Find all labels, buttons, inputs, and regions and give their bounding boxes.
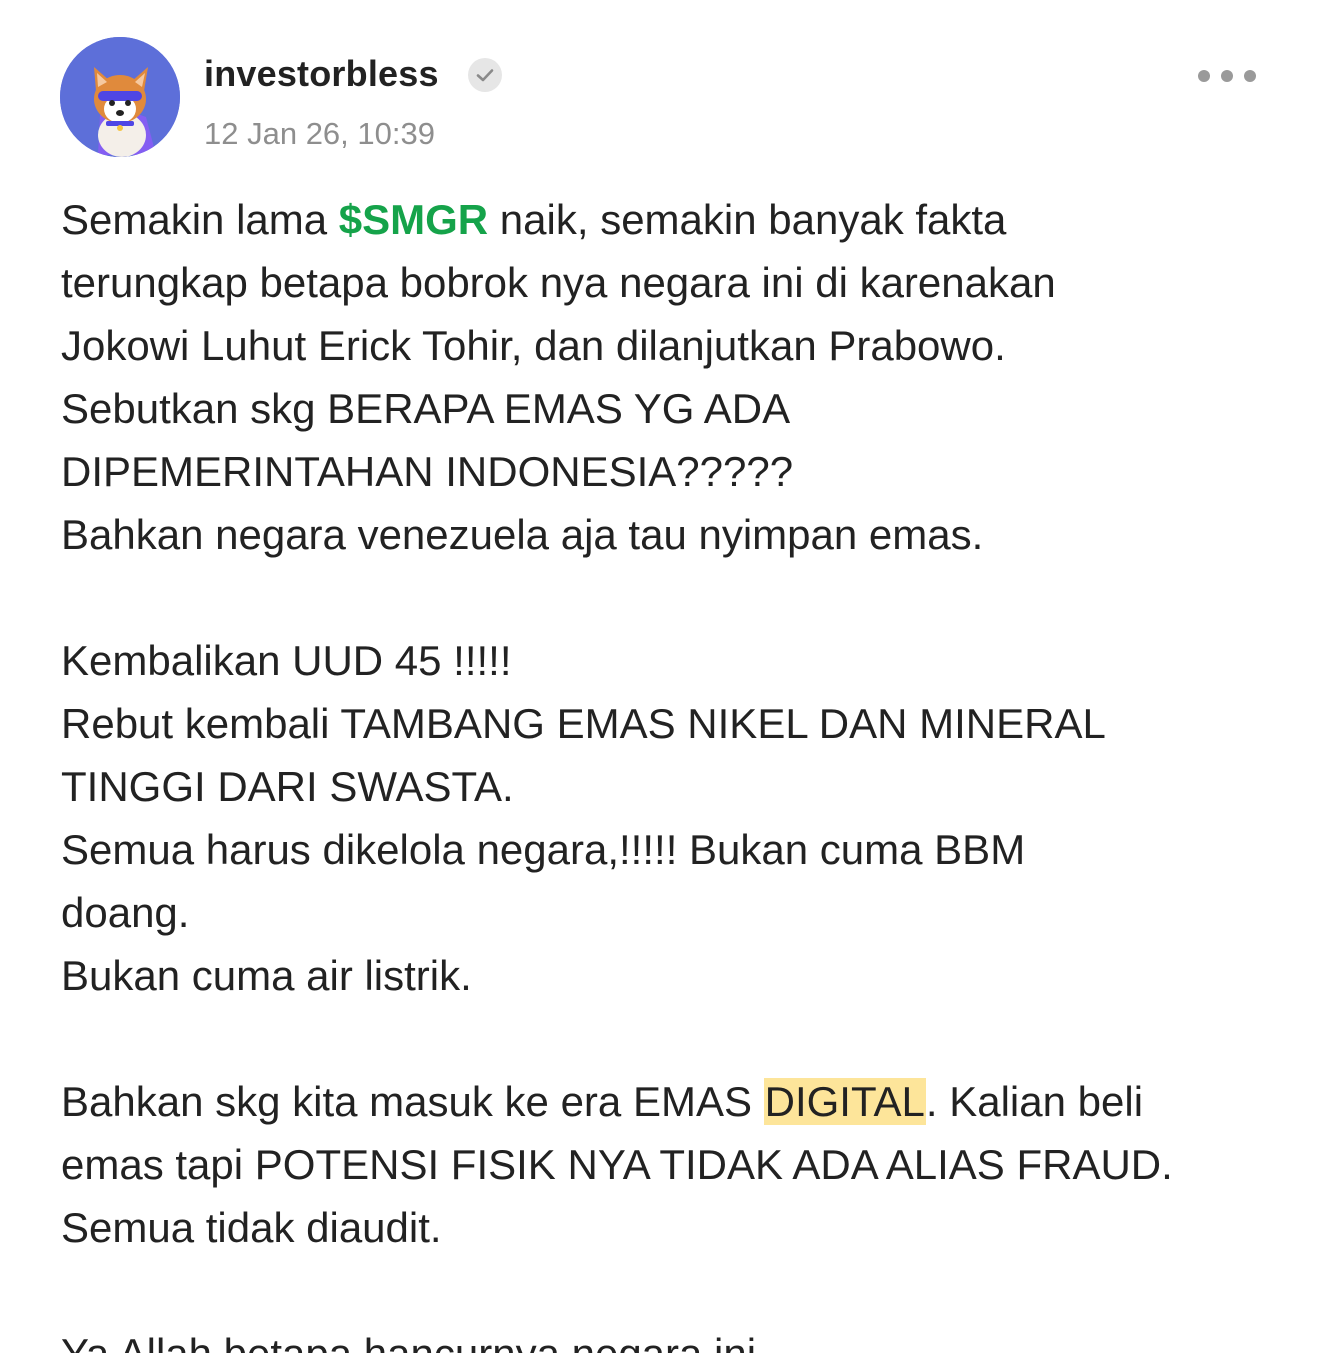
more-options-button[interactable] [1190,58,1266,94]
post-line: terungkap betapa bobrok nya negara ini d… [61,259,1056,306]
post-line: Bahkan skg kita masuk ke era EMAS DIGITA… [61,1070,1291,1133]
post-line: Ya Allah betapa hancurnya negara ini [61,1322,1291,1353]
post-line: DIPEMERINTAHAN INDONESIA????? [61,448,794,495]
post-body: Semakin lama $SMGR naik, semakin banyak … [61,188,1291,1353]
post-line: Semakin lama $SMGR naik, semakin banyak … [61,188,1291,251]
more-horizontal-icon [1198,70,1256,82]
post-line: Rebut kembali TAMBANG EMAS NIKEL DAN MIN… [61,700,1106,747]
text-span: Bahkan skg kita masuk ke era EMAS [61,1078,764,1125]
post-line: Jokowi Luhut Erick Tohir, dan dilanjutka… [61,322,1006,369]
highlighted-text: DIGITAL [763,1078,926,1125]
avatar[interactable] [60,37,180,157]
post-line: Semua tidak diaudit. [61,1204,442,1251]
post-line: Sebutkan skg BERAPA EMAS YG ADA [61,385,791,432]
text-span: naik, semakin banyak fakta [488,196,1007,243]
text-span: Semakin lama [61,196,339,243]
dog-mascot-icon [60,37,180,157]
post-timestamp: 12 Jan 26, 10:39 [204,116,435,151]
post-line: Kembalikan UUD 45 !!!!! [61,637,512,684]
text-span: . Kalian beli [925,1078,1144,1125]
post-line: TINGGI DARI SWASTA. [61,763,514,810]
post-line: Bukan cuma air listrik. [61,952,472,999]
ticker-link-smgr[interactable]: $SMGR [339,196,488,243]
post-line: doang. [61,889,190,936]
verified-badge-icon [468,58,502,92]
username[interactable]: investorbless [204,52,439,96]
post-line: Semua harus dikelola negara,!!!!! Bukan … [61,826,1026,873]
post-line: Bahkan negara venezuela aja tau nyimpan … [61,511,984,558]
post-line: emas tapi POTENSI FISIK NYA TIDAK ADA AL… [61,1141,1173,1188]
post-card: investorbless 12 Jan 26, 10:39 Semakin l… [0,0,1320,1353]
